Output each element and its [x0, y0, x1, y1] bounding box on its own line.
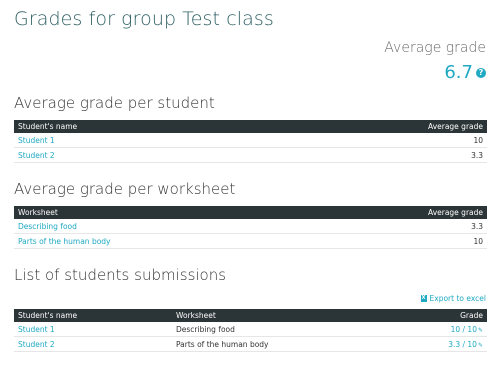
table-row: Student 2 Parts of the human body 3.3 / …	[14, 336, 487, 352]
student-link[interactable]: Student 2	[18, 151, 55, 160]
worksheet-link[interactable]: Parts of the human body	[18, 237, 111, 246]
excel-icon: X	[420, 295, 427, 302]
student-link[interactable]: Student 1	[18, 136, 55, 145]
column-header: Worksheet	[18, 208, 58, 217]
average-grade-cell: 3.3	[304, 219, 487, 234]
grade-edit-link[interactable]: 10 / 10✎	[451, 325, 483, 334]
column-header: Average grade	[428, 208, 483, 217]
worksheet-link[interactable]: Describing food	[18, 222, 77, 231]
page-title: Grades for group Test class	[14, 8, 274, 30]
average-grade-cell: 10	[258, 133, 487, 148]
average-grade-number: 6.7	[444, 62, 473, 83]
table-header: Student's name Average grade	[14, 120, 487, 133]
column-header: Student's name	[18, 122, 78, 131]
edit-icon: ✎	[477, 326, 483, 334]
question-circle-icon[interactable]: ?	[476, 67, 486, 78]
student-link[interactable]: Student 1	[18, 325, 55, 334]
average-grade-cell: 3.3	[258, 147, 487, 163]
column-header: Grade	[460, 311, 483, 320]
table-row: Parts of the human body 10	[14, 233, 487, 249]
average-grade-value: 6.7 ?	[444, 62, 486, 83]
export-label: Export to excel	[429, 294, 486, 303]
section-title-per-worksheet: Average grade per worksheet	[14, 180, 236, 198]
grade-value: 10 / 10	[450, 324, 477, 334]
export-to-excel-link[interactable]: X Export to excel	[420, 294, 486, 303]
table-row: Describing food 3.3	[14, 219, 487, 234]
average-grade-cell: 10	[304, 233, 487, 249]
table-header: Worksheet Average grade	[14, 206, 487, 219]
section-title-per-student: Average grade per student	[14, 94, 215, 112]
per-worksheet-table: Worksheet Average grade Describing food …	[14, 206, 487, 249]
table-row: Student 2 3.3	[14, 147, 487, 163]
column-header: Student's name	[18, 311, 78, 320]
edit-icon: ✎	[477, 341, 483, 349]
table-row: Student 1 Describing food 10 / 10✎	[14, 322, 487, 337]
section-title-submissions: List of students submissions	[14, 266, 227, 284]
worksheet-cell: Describing food	[172, 322, 393, 337]
submissions-table: Student's name Worksheet Grade Student 1…	[14, 309, 487, 352]
grade-edit-link[interactable]: 3.3 / 10✎	[448, 340, 483, 349]
student-link[interactable]: Student 2	[18, 340, 55, 349]
table-header: Student's name Worksheet Grade	[14, 309, 487, 322]
column-header: Average grade	[428, 122, 483, 131]
worksheet-cell: Parts of the human body	[172, 336, 393, 352]
per-student-table: Student's name Average grade Student 1 1…	[14, 120, 487, 163]
table-row: Student 1 10	[14, 133, 487, 148]
grade-value: 3.3 / 10	[448, 339, 477, 349]
column-header: Worksheet	[176, 311, 216, 320]
average-grade-label: Average grade	[384, 40, 486, 56]
